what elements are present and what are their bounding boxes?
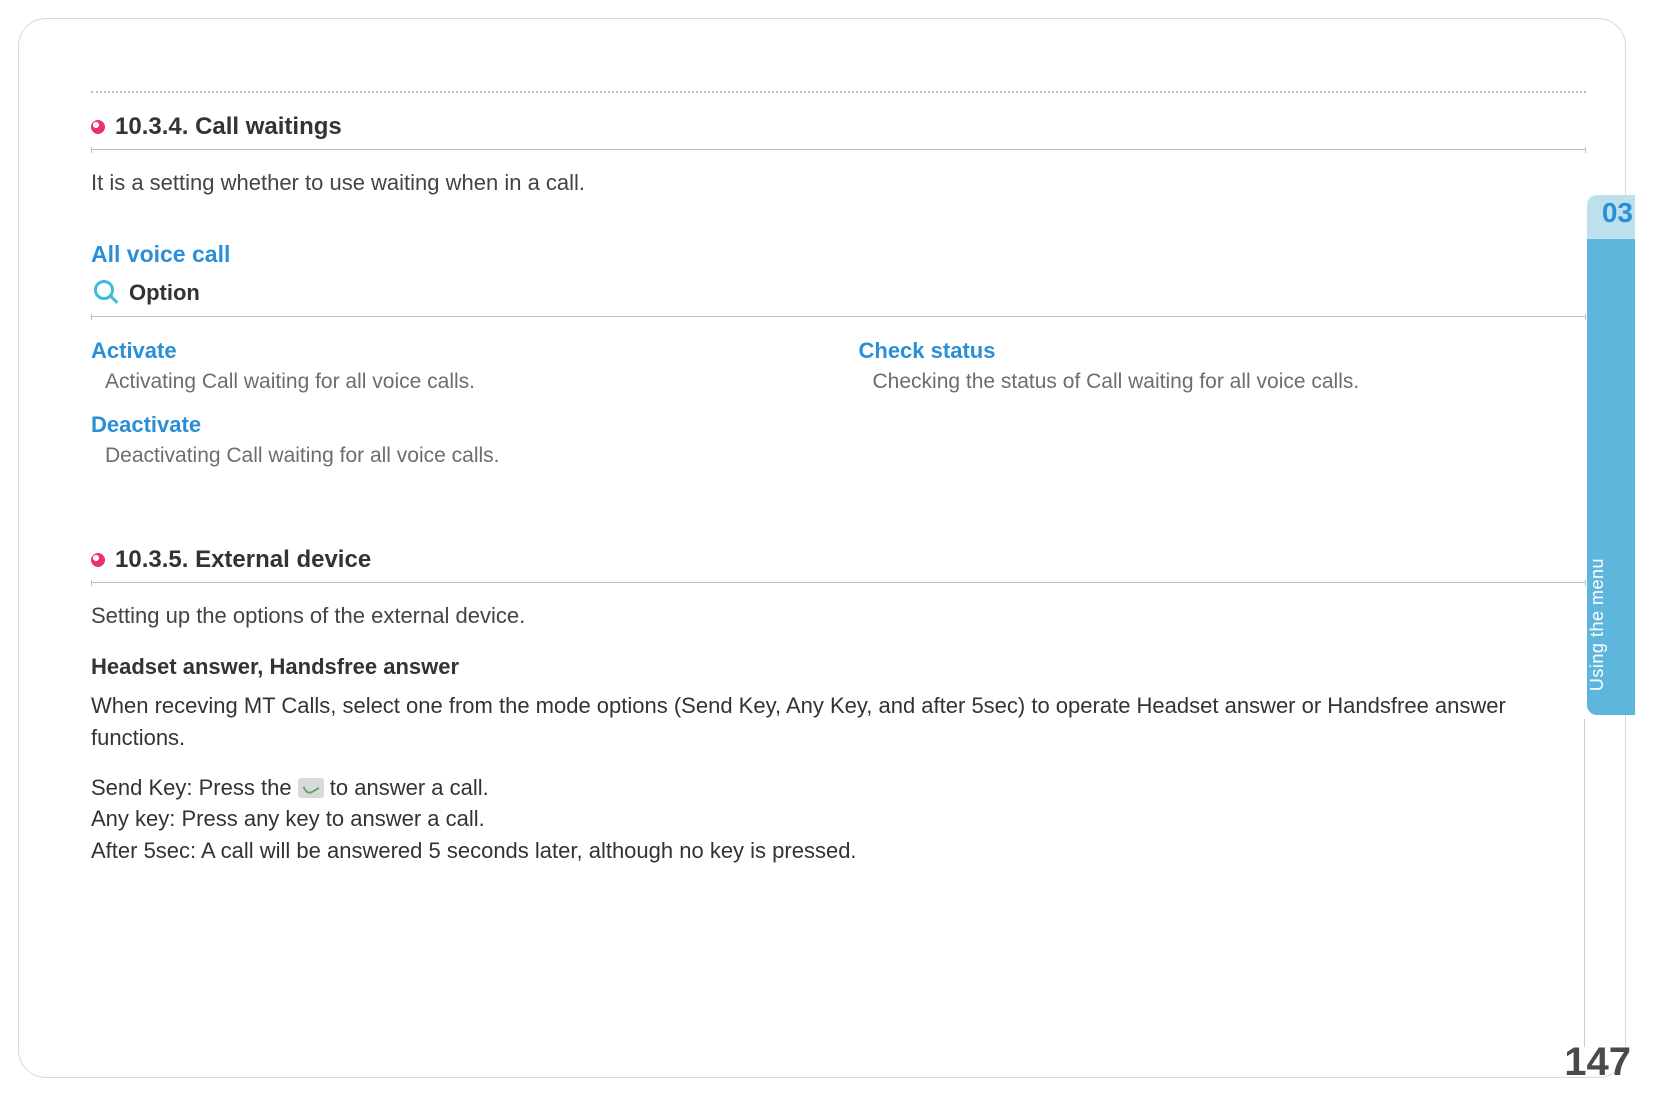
option-activate-desc: Activating Call waiting for all voice ca… (105, 370, 819, 394)
divider-rule (91, 314, 1586, 320)
option-deactivate-title: Deactivate (91, 412, 819, 438)
send-key-suffix: to answer a call. (330, 775, 489, 800)
send-key-icon (298, 778, 324, 798)
tab-number: 03 (1602, 197, 1633, 229)
section-title: 10.3.5. External device (115, 546, 371, 574)
option-activate-title: Activate (91, 338, 819, 364)
page-frame: 10.3.4. Call waitings It is a setting wh… (18, 18, 1626, 1078)
options-col-left: Activate Activating Call waiting for all… (91, 338, 819, 486)
bullet-icon (91, 120, 105, 134)
tab-body: Using the menu (1587, 231, 1635, 715)
option-heading-label: Option (129, 280, 200, 306)
options-columns: Activate Activating Call waiting for all… (91, 338, 1586, 486)
page-number: 147 (1564, 1040, 1631, 1085)
section-external-device: 10.3.5. External device Setting up the o… (91, 546, 1586, 867)
section2-paragraph: When receving MT Calls, select one from … (91, 690, 1586, 754)
divider-rule (91, 147, 1586, 153)
section2-intro: Setting up the options of the external d… (91, 600, 1586, 632)
tab-label: Using the menu (1587, 558, 1635, 691)
magnifier-icon (91, 278, 121, 308)
option-checkstatus-desc: Checking the status of Call waiting for … (873, 370, 1587, 394)
vertical-margin-line (1584, 719, 1585, 1047)
options-col-right: Check status Checking the status of Call… (859, 338, 1587, 486)
option-deactivate-desc: Deactivating Call waiting for all voice … (105, 444, 819, 468)
mode-options-list: Send Key: Press the to answer a call. An… (91, 772, 1586, 868)
subheading-headset-handsfree: Headset answer, Handsfree answer (91, 654, 1586, 680)
divider-rule (91, 580, 1586, 586)
section-title: 10.3.4. Call waitings (115, 113, 342, 141)
section-header-external-device: 10.3.5. External device (91, 546, 1586, 574)
section-intro: It is a setting whether to use waiting w… (91, 167, 1586, 199)
content-area: 10.3.4. Call waitings It is a setting wh… (91, 91, 1586, 885)
option-heading-row: Option (91, 278, 1586, 308)
any-key-line: Any key: Press any key to answer a call. (91, 806, 485, 831)
bullet-icon (91, 553, 105, 567)
send-key-prefix: Send Key: Press the (91, 775, 298, 800)
after5-line: After 5sec: A call will be answered 5 se… (91, 838, 857, 863)
subheading-all-voice-call: All voice call (91, 241, 1586, 268)
option-checkstatus-title: Check status (859, 338, 1587, 364)
chapter-side-tab: Using the menu 03 (1587, 195, 1635, 715)
section-header-call-waitings: 10.3.4. Call waitings (91, 113, 1586, 141)
